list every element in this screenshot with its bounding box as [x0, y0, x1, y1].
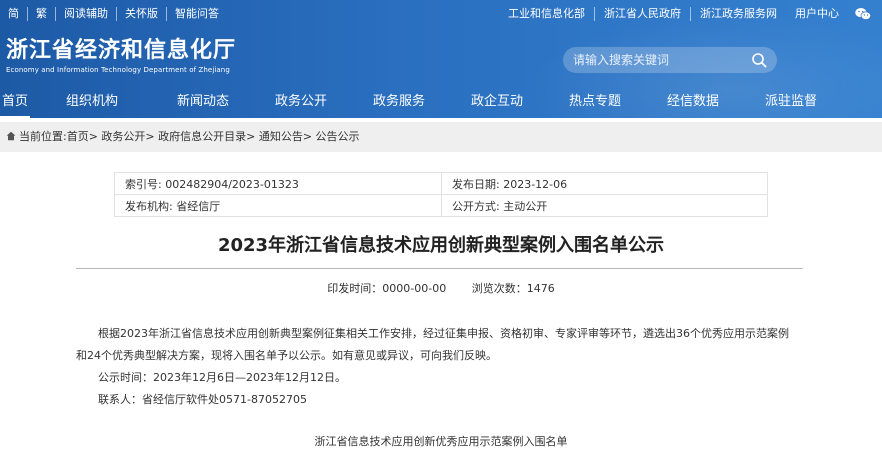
search-icon[interactable] — [751, 52, 767, 68]
breadcrumb: 当前位置:首页> 政务公开> 政府信息公开目录> 通知公告> 公告公示 — [0, 122, 882, 152]
paragraph-line: 和24个优秀典型解决方案，现将入围名单予以公示。如有意见或异议，可向我们反映。 — [76, 349, 497, 362]
traditional-chinese-link[interactable]: 繁 — [28, 7, 56, 21]
zhejiang-gov-link[interactable]: 浙江省人民政府 — [595, 7, 691, 21]
view-count: 浏览次数：1476 — [471, 282, 555, 295]
search-box — [563, 47, 777, 73]
care-mode-link[interactable]: 关怀版 — [117, 7, 167, 21]
accessibility-links: 简 繁 阅读辅助 关怀版 智能问答 — [0, 7, 227, 21]
reading-assist-link[interactable]: 阅读辅助 — [56, 7, 117, 21]
site-name-en: Economy and Information Technology Depar… — [6, 66, 230, 74]
publish-date: 发布日期: 2023-12-06 — [441, 172, 768, 195]
nav-gov-affairs-open[interactable]: 政务公开 — [252, 88, 350, 118]
attachment-title: 浙江省信息技术应用创新优秀应用示范案例入围名单 — [314, 435, 568, 448]
nav-topics[interactable]: 热点专题 — [546, 88, 644, 118]
article-title: 2023年浙江省信息技术应用创新典型案例入围名单公示 — [217, 235, 665, 256]
nav-supervision[interactable]: 派驻监督 — [742, 88, 840, 118]
breadcrumb-path[interactable]: 当前位置:首页> 政务公开> 政府信息公开目录> 通知公告> 公告公示 — [19, 130, 360, 143]
site-header: 简 繁 阅读辅助 关怀版 智能问答 工业和信息化部 浙江省人民政府 浙江政务服务… — [0, 0, 882, 118]
nav-gov-services[interactable]: 政务服务 — [350, 88, 448, 118]
nav-news[interactable]: 新闻动态 — [154, 88, 252, 118]
issue-time: 印发时间：0000-00-00 — [327, 282, 447, 295]
index-number: 索引号: 002482904/2023-01323 — [114, 172, 442, 195]
nav-interaction[interactable]: 政企互动 — [448, 88, 546, 118]
simplified-chinese-link[interactable]: 简 — [0, 7, 28, 21]
wechat-icon[interactable] — [854, 7, 872, 21]
site-name-cn: 浙江省经济和信息化厅 — [6, 38, 237, 63]
zhejiang-service-link[interactable]: 浙江政务服务网 — [691, 7, 786, 21]
external-links: 工业和信息化部 浙江省人民政府 浙江政务服务网 用户中心 — [499, 7, 872, 21]
contact-info: 联系人：省经信厅软件处0571-87052705 — [98, 393, 307, 406]
article-body: 根据2023年浙江省信息技术应用创新典型案例征集相关工作安排，经过征集申报、资格… — [76, 323, 808, 411]
home-icon — [6, 131, 16, 141]
nav-organization[interactable]: 组织机构 — [30, 88, 154, 118]
main-nav: 首页 组织机构 新闻动态 政务公开 政务服务 政企互动 热点专题 经信数据 派驻… — [0, 88, 882, 118]
nav-data[interactable]: 经信数据 — [644, 88, 742, 118]
user-center-link[interactable]: 用户中心 — [786, 7, 848, 21]
top-utility-bar: 简 繁 阅读辅助 关怀版 智能问答 工业和信息化部 浙江省人民政府 浙江政务服务… — [0, 0, 882, 28]
publicity-period: 公示时间：2023年12月6日—2023年12月12日。 — [98, 371, 346, 384]
article-stats: 印发时间：0000-00-00 浏览次数：1476 — [0, 281, 882, 297]
miit-link[interactable]: 工业和信息化部 — [499, 7, 595, 21]
issuing-agency: 发布机构: 省经信厅 — [114, 194, 442, 217]
paragraph-line: 根据2023年浙江省信息技术应用创新典型案例征集相关工作安排，经过征集申报、资格… — [98, 327, 789, 340]
search-input[interactable] — [573, 47, 743, 73]
document-meta-table: 索引号: 002482904/2023-01323 发布日期: 2023-12-… — [114, 172, 768, 217]
smart-qa-link[interactable]: 智能问答 — [167, 7, 227, 21]
title-divider — [76, 268, 803, 269]
nav-home[interactable]: 首页 — [0, 88, 30, 118]
site-logo[interactable]: 浙江省经济和信息化厅 Economy and Information Techn… — [6, 38, 236, 75]
disclosure-mode: 公开方式: 主动公开 — [441, 194, 768, 217]
